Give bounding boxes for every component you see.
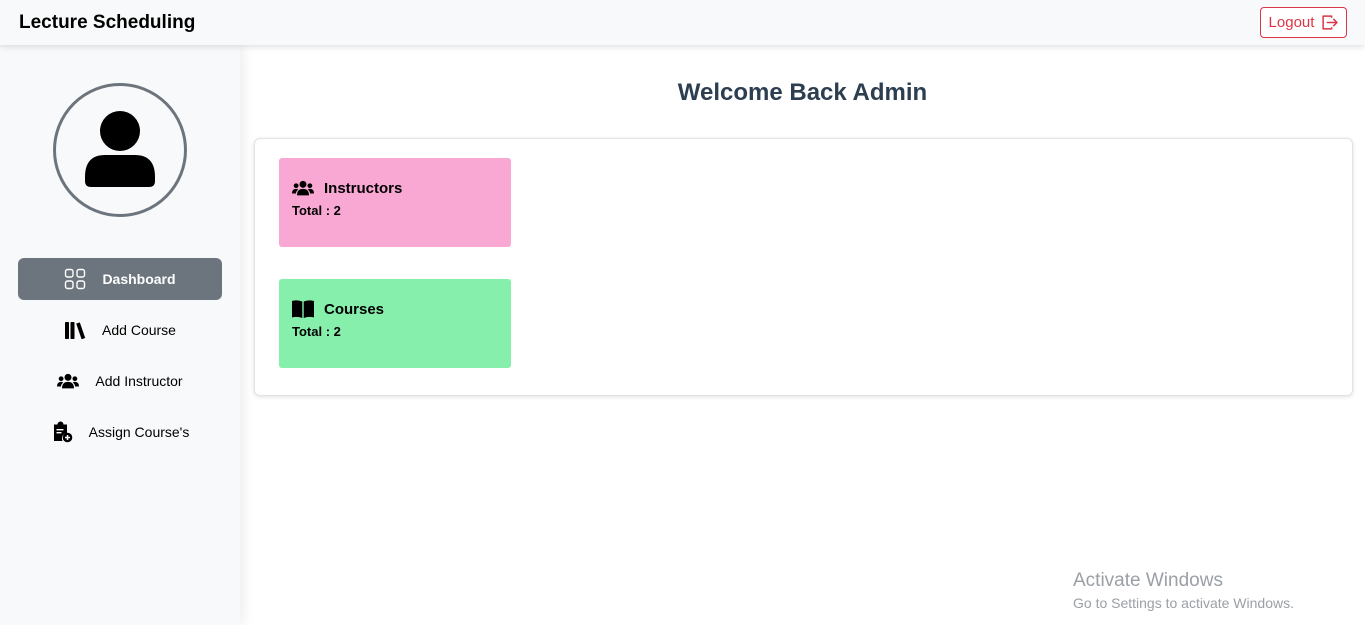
page-title: Welcome Back Admin <box>677 79 928 106</box>
users-icon <box>292 180 314 196</box>
top-navbar: Lecture Scheduling Logout <box>0 0 1365 45</box>
sidebar-item-label: Add Instructor <box>95 373 183 389</box>
card-total: Total : 2 <box>292 203 341 218</box>
app-title: Lecture Scheduling <box>19 12 196 33</box>
sidebar-item-dashboard[interactable]: Dashboard <box>18 258 222 300</box>
logout-button[interactable]: Logout <box>1260 7 1347 38</box>
logout-icon <box>1322 15 1339 30</box>
users-icon <box>57 373 80 389</box>
courses-card[interactable]: Courses Total : 2 <box>279 279 511 368</box>
logout-label: Logout <box>1268 14 1315 31</box>
sidebar-item-label: Dashboard <box>102 271 176 287</box>
main-content: Welcome Back Admin Instructors Total : 2 <box>240 45 1365 625</box>
avatar <box>53 83 187 217</box>
clipboard-plus-icon <box>53 421 72 443</box>
sidebar-item-label: Assign Course's <box>88 424 190 440</box>
books-icon <box>65 322 86 340</box>
book-icon <box>292 300 314 318</box>
sidebar-item-add-instructor[interactable]: Add Instructor <box>18 360 222 402</box>
user-icon <box>85 111 155 187</box>
card-title: Instructors <box>324 179 403 197</box>
sidebar-item-add-course[interactable]: Add Course <box>18 309 222 351</box>
stats-panel: Instructors Total : 2 Courses Total : 2 <box>254 138 1353 396</box>
card-total: Total : 2 <box>292 324 341 339</box>
sidebar-item-label: Add Course <box>102 322 176 338</box>
watermark-title: Activate Windows <box>1073 570 1223 591</box>
sidebar: Dashboard Add Course Add Instructor Assi… <box>0 45 240 625</box>
instructors-card[interactable]: Instructors Total : 2 <box>279 158 511 247</box>
card-title: Courses <box>324 300 385 318</box>
watermark-subtitle: Go to Settings to activate Windows. <box>1073 595 1294 611</box>
grid-icon <box>65 268 86 290</box>
activate-windows-watermark: Activate Windows Go to Settings to activ… <box>1073 570 1294 611</box>
sidebar-item-assign-course[interactable]: Assign Course's <box>18 411 222 453</box>
